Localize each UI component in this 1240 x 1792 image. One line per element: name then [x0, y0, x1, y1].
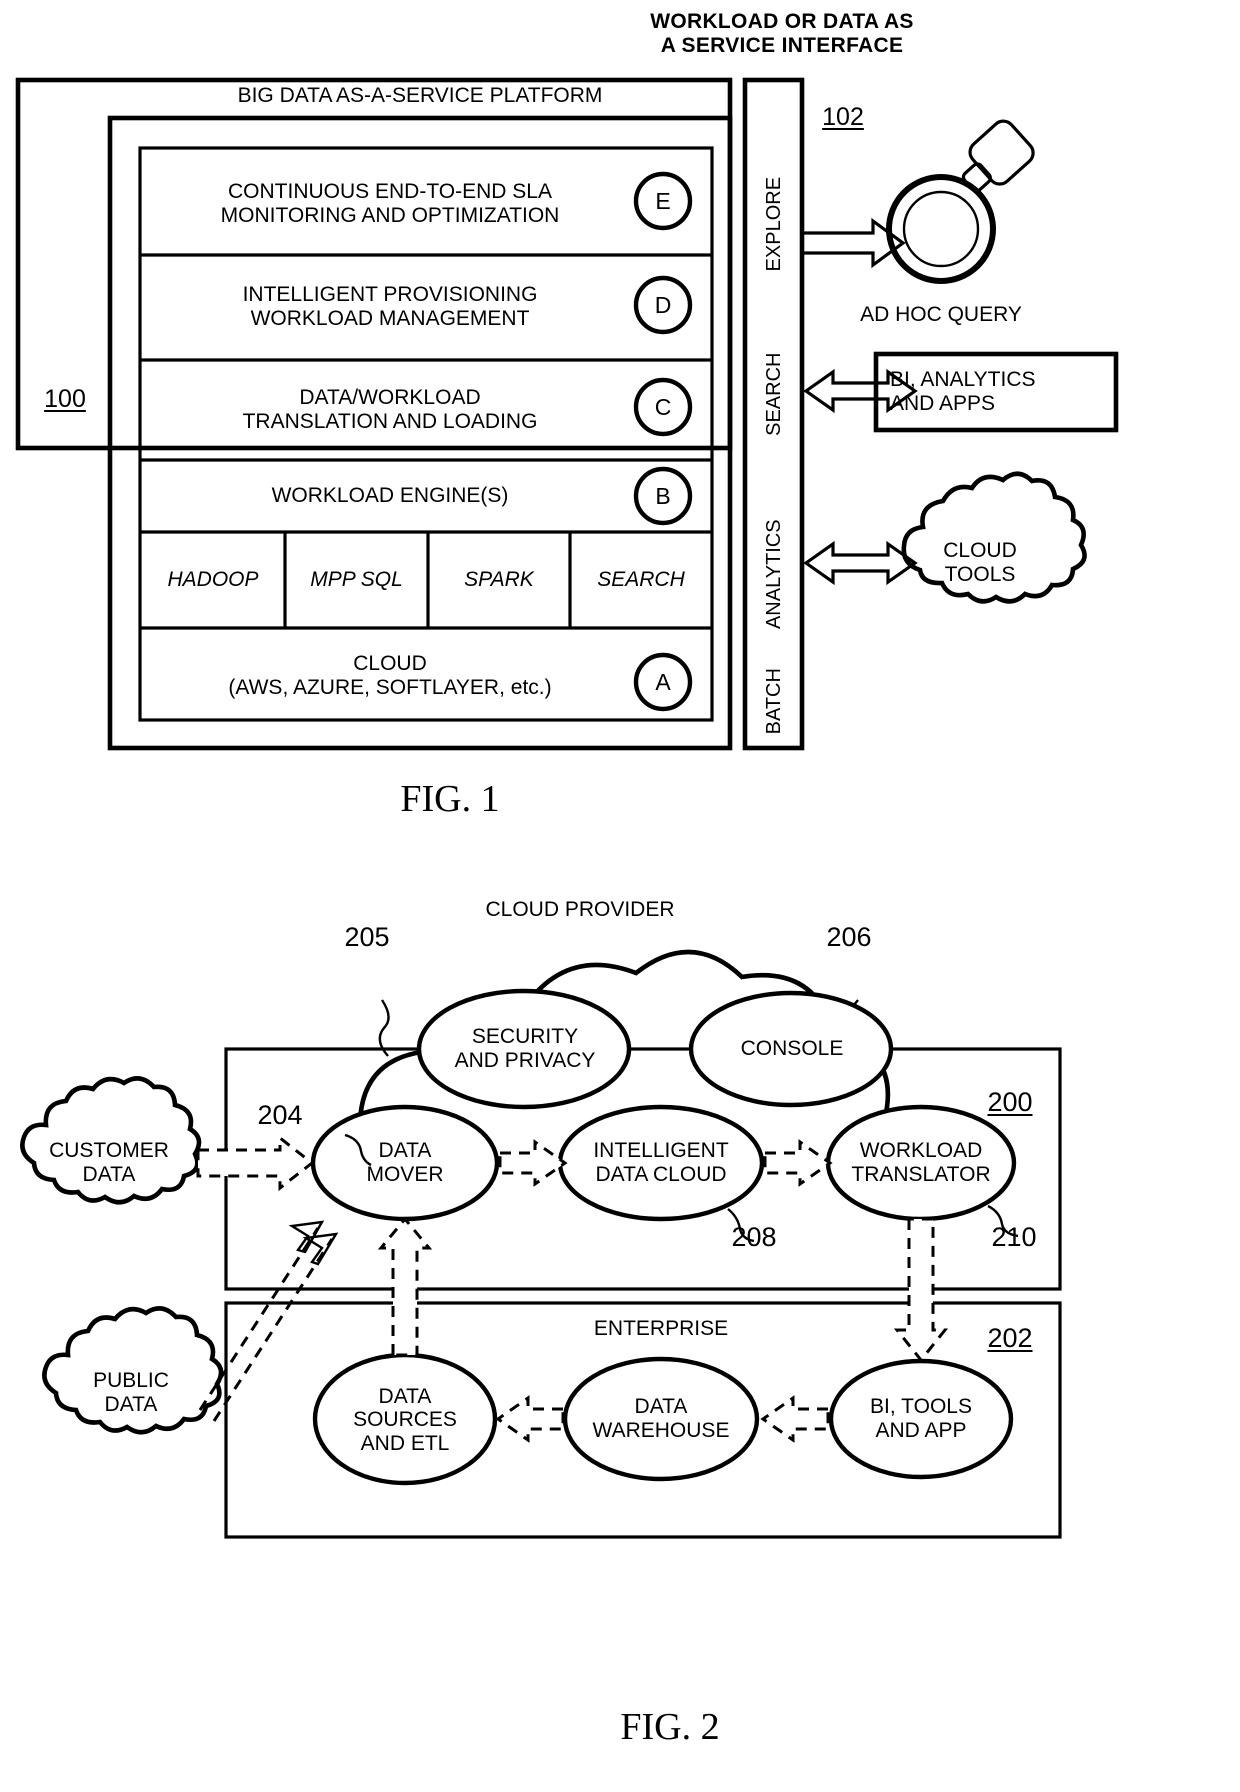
fig2-cloud-provider-label: CLOUD PROVIDER: [485, 898, 675, 921]
fig1-layer-label-b: WORKLOAD ENGINE(S): [271, 484, 509, 508]
fig1-mode-search: SEARCH: [762, 352, 785, 436]
fig2-node-console: CONSOLE: [740, 1037, 844, 1061]
fig1-layer-label-a: CLOUD (AWS, AZURE, SOFTLAYER, etc.): [228, 652, 552, 699]
fig2-ref-200: 200: [987, 1087, 1033, 1117]
fig2-cloud-public-data: PUBLIC DATA: [93, 1369, 169, 1416]
fig1-interface-title: WORKLOAD OR DATA AS A SERVICE INTERFACE: [650, 10, 914, 57]
fig1-engine-hadoop: HADOOP: [167, 568, 259, 592]
fig1-platform-title: BIG DATA AS-A-SERVICE PLATFORM: [237, 84, 603, 107]
fig1-consumer-bi-analytics: BI, ANALYTICS AND APPS: [890, 368, 1036, 415]
patent-figure-sheet: .s { fill:none; stroke:#000; stroke-widt…: [0, 0, 1240, 1792]
fig2-node-bi-tools-and-app: BI, TOOLS AND APP: [870, 1395, 972, 1442]
fig1-layer-label-d: INTELLIGENT PROVISIONING WORKLOAD MANAGE…: [242, 283, 538, 330]
fig1-badge-d: D: [654, 292, 672, 319]
fig1-ref-100: 100: [44, 385, 86, 413]
fig1-engine-spark: SPARK: [464, 568, 534, 592]
fig2-ref-210: 210: [991, 1222, 1037, 1252]
fig2-ref-206: 206: [826, 922, 872, 952]
fig1-consumer-cloud-tools: CLOUD TOOLS: [943, 539, 1017, 586]
fig2-node-data-mover: DATA MOVER: [366, 1139, 444, 1186]
fig1-badge-a: A: [655, 669, 671, 696]
fig2-node-data-sources-and-etl: DATA SOURCES AND ETL: [353, 1384, 457, 1455]
fig2-cloud-customer-data: CUSTOMER DATA: [49, 1139, 169, 1186]
fig1-badge-c: C: [654, 394, 672, 421]
fig1-layer-label-e: CONTINUOUS END-TO-END SLA MONITORING AND…: [220, 180, 560, 227]
fig2-ref-204: 204: [257, 1100, 303, 1130]
fig1-engine-search: SEARCH: [597, 568, 685, 592]
fig1-caption: FIG. 1: [400, 778, 500, 820]
fig1-badge-e: E: [655, 188, 671, 215]
fig2-ref-205: 205: [344, 922, 390, 952]
fig2-node-workload-translator: WORKLOAD TRANSLATOR: [851, 1139, 991, 1186]
fig2-node-data-warehouse: DATA WAREHOUSE: [592, 1395, 730, 1442]
fig2-node-intelligent-data-cloud: INTELLIGENT DATA CLOUD: [593, 1139, 729, 1186]
fig2-ref-208: 208: [731, 1222, 777, 1252]
fig1-consumer-ad-hoc-query: AD HOC QUERY: [860, 303, 1022, 326]
fig2-enterprise-label: ENTERPRISE: [593, 1317, 729, 1340]
fig1-badge-b: B: [655, 483, 671, 510]
fig1-ref-102: 102: [822, 103, 864, 131]
fig2-node-security-and-privacy: SECURITY AND PRIVACY: [454, 1025, 596, 1072]
fig1-mode-batch: BATCH: [762, 668, 785, 735]
fig1-layer-label-c: DATA/WORKLOAD TRANSLATION AND LOADING: [242, 386, 538, 433]
fig1-mode-explore: EXPLORE: [762, 176, 785, 272]
fig2-caption: FIG. 2: [620, 1706, 720, 1748]
fig1-engine-mpp-sql: MPP SQL: [310, 568, 403, 592]
fig2-ref-202: 202: [987, 1323, 1033, 1353]
